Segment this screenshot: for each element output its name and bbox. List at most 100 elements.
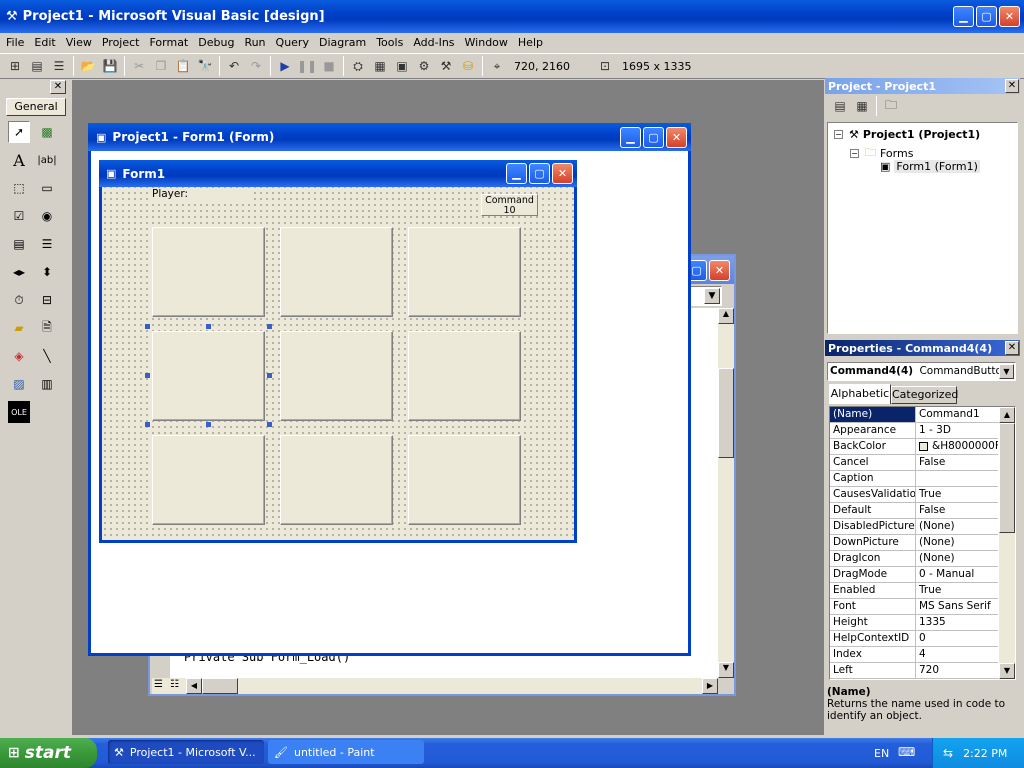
menu-help[interactable]: Help [518,36,543,49]
prop-row-helpcontextid[interactable]: HelpContextID 0 [830,631,998,647]
code-hscrollbar[interactable]: ☰ ☷ ◀ ▶ [152,678,718,694]
toggle-folders-icon[interactable]: 🗀 [880,95,902,117]
ole-tool-icon[interactable]: OLE [8,401,30,423]
project-explorer-icon[interactable]: ⛭ [347,55,369,77]
listbox-tool-icon[interactable]: ☰ [36,233,58,255]
menu-format[interactable]: Format [149,36,188,49]
label-tool-icon[interactable]: A [8,149,30,171]
hscrollbar-tool-icon[interactable]: ◂▸ [8,261,30,283]
add-form-icon[interactable]: ▤ [26,55,48,77]
form-designer-title-bar[interactable]: ▣ Project1 - Form1 (Form) ▁ ▢ ✕ [88,123,691,151]
project-explorer-close-icon[interactable]: ✕ [1005,79,1019,93]
drivelist-tool-icon[interactable]: ⊟ [36,289,58,311]
board-button-7[interactable] [152,435,265,525]
object-selector[interactable]: Command4(4) CommandButton ▼ [827,362,1016,381]
pointer-tool-icon[interactable]: ➚ [8,121,30,143]
save-icon[interactable]: 💾 [99,55,121,77]
collapse-icon[interactable]: − [834,130,843,139]
prop-row-downpicture[interactable]: DownPicture (None) [830,535,998,551]
vscrollbar-tool-icon[interactable]: ⬍ [36,261,58,283]
board-button-5[interactable] [280,331,393,421]
tab-categorized[interactable]: Categorized [891,386,958,404]
procedure-dropdown-arrow-icon[interactable]: ▼ [704,288,720,304]
run-icon[interactable]: ▶ [274,55,296,77]
board-button-8[interactable] [280,435,393,525]
form1-tree-item[interactable]: Form1 (Form1) [894,160,980,173]
menu-file[interactable]: File [6,36,24,49]
minimize-button[interactable]: ▁ [953,6,974,27]
frame-tool-icon[interactable]: ⬚ [8,177,30,199]
undo-icon[interactable]: ↶ [223,55,245,77]
find-icon[interactable]: 🔭 [194,55,216,77]
main-title-bar[interactable]: ⚒ Project1 - Microsoft Visual Basic [des… [0,0,1024,33]
menu-tools[interactable]: Tools [376,36,403,49]
code-vscrollbar[interactable]: ▲ ▼ [718,308,734,678]
clock[interactable]: 2:22 PM [963,747,1007,760]
redo-icon[interactable]: ↷ [245,55,267,77]
timer-tool-icon[interactable]: ⏱ [8,289,30,311]
designer-maximize-button[interactable]: ▢ [643,126,664,148]
checkbox-tool-icon[interactable]: ☑ [8,205,30,227]
board-button-1[interactable] [152,227,265,317]
toolbox-close-icon[interactable]: ✕ [50,80,66,94]
properties-window-icon[interactable]: ▦ [369,55,391,77]
properties-close-icon[interactable]: ✕ [1005,341,1019,355]
toolbox-tab-general[interactable]: General [6,98,66,116]
command10-button[interactable]: Command 10 [481,194,538,216]
collapse-icon[interactable]: − [850,149,859,158]
paste-icon[interactable]: 📋 [172,55,194,77]
form1-minimize-button[interactable]: ▁ [506,163,527,184]
prop-row-appearance[interactable]: Appearance 1 - 3D [830,423,998,439]
dirlist-tool-icon[interactable]: ▰ [8,317,30,339]
start-button[interactable]: ⊞ start [0,738,97,768]
optionbutton-tool-icon[interactable]: ◉ [36,205,58,227]
designer-close-button[interactable]: ✕ [666,126,687,148]
shape-tool-icon[interactable]: ◈ [8,345,30,367]
prop-row-left[interactable]: Left 720 [830,663,998,679]
menu-window[interactable]: Window [465,36,508,49]
project-root[interactable]: Project1 (Project1) [863,128,980,141]
prop-row-default[interactable]: Default False [830,503,998,519]
prop-row-cancel[interactable]: Cancel False [830,455,998,471]
prop-row-name[interactable]: (Name) Command1 [830,407,998,423]
pause-icon[interactable]: ❚❚ [296,55,318,77]
resize-handle-e[interactable] [267,373,272,378]
board-button-6[interactable] [408,331,521,421]
combobox-tool-icon[interactable]: ▤ [8,233,30,255]
textbox-tool-icon[interactable]: |ab| [36,149,58,171]
taskbar-item-vb[interactable]: ⚒ Project1 - Microsoft V... [108,740,264,764]
form1-close-button[interactable]: ✕ [552,163,573,184]
prop-row-index[interactable]: Index 4 [830,647,998,663]
menu-query[interactable]: Query [276,36,309,49]
full-module-view-icon[interactable]: ☷ [170,679,179,690]
code-close-button[interactable]: ✕ [709,259,730,281]
keyboard-icon[interactable]: ⌨ [898,745,915,759]
image-tool-icon[interactable]: ▨ [8,373,30,395]
data-tool-icon[interactable]: ▥ [36,373,58,395]
object-browser-icon[interactable]: ⚙ [413,55,435,77]
prop-row-disabledpicture[interactable]: DisabledPicture (None) [830,519,998,535]
data-view-icon[interactable]: ⛁ [457,55,479,77]
procedure-view-icon[interactable]: ☰ [154,679,163,690]
board-button-3[interactable] [408,227,521,317]
taskbar-item-paint[interactable]: 🖌 untitled - Paint [268,740,424,764]
language-indicator[interactable]: EN [874,747,889,760]
designer-minimize-button[interactable]: ▁ [620,126,641,148]
properties-vscrollbar[interactable]: ▲ ▼ [999,407,1015,679]
menu-diagram[interactable]: Diagram [319,36,366,49]
commandbutton-tool-icon[interactable]: ▭ [36,177,58,199]
open-folder-icon[interactable]: 📂 [77,55,99,77]
prop-row-height[interactable]: Height 1335 [830,615,998,631]
add-project-icon[interactable]: ⊞ [4,55,26,77]
prop-row-caption[interactable]: Caption [830,471,998,487]
resize-handle-se[interactable] [267,422,272,427]
menu-addins[interactable]: Add-Ins [413,36,454,49]
menu-run[interactable]: Run [244,36,265,49]
prop-row-dragicon[interactable]: DragIcon (None) [830,551,998,567]
prop-row-dragmode[interactable]: DragMode 0 - Manual [830,567,998,583]
properties-grid[interactable]: (Name) Command1 Appearance 1 - 3D BackColo… [829,406,1016,680]
prop-row-backcolor[interactable]: BackColor &H8000000F [830,439,998,455]
form1-title-bar[interactable]: ▣ Form1 ▁ ▢ ✕ [99,160,577,187]
copy-icon[interactable]: ❐ [150,55,172,77]
board-button-9[interactable] [408,435,521,525]
